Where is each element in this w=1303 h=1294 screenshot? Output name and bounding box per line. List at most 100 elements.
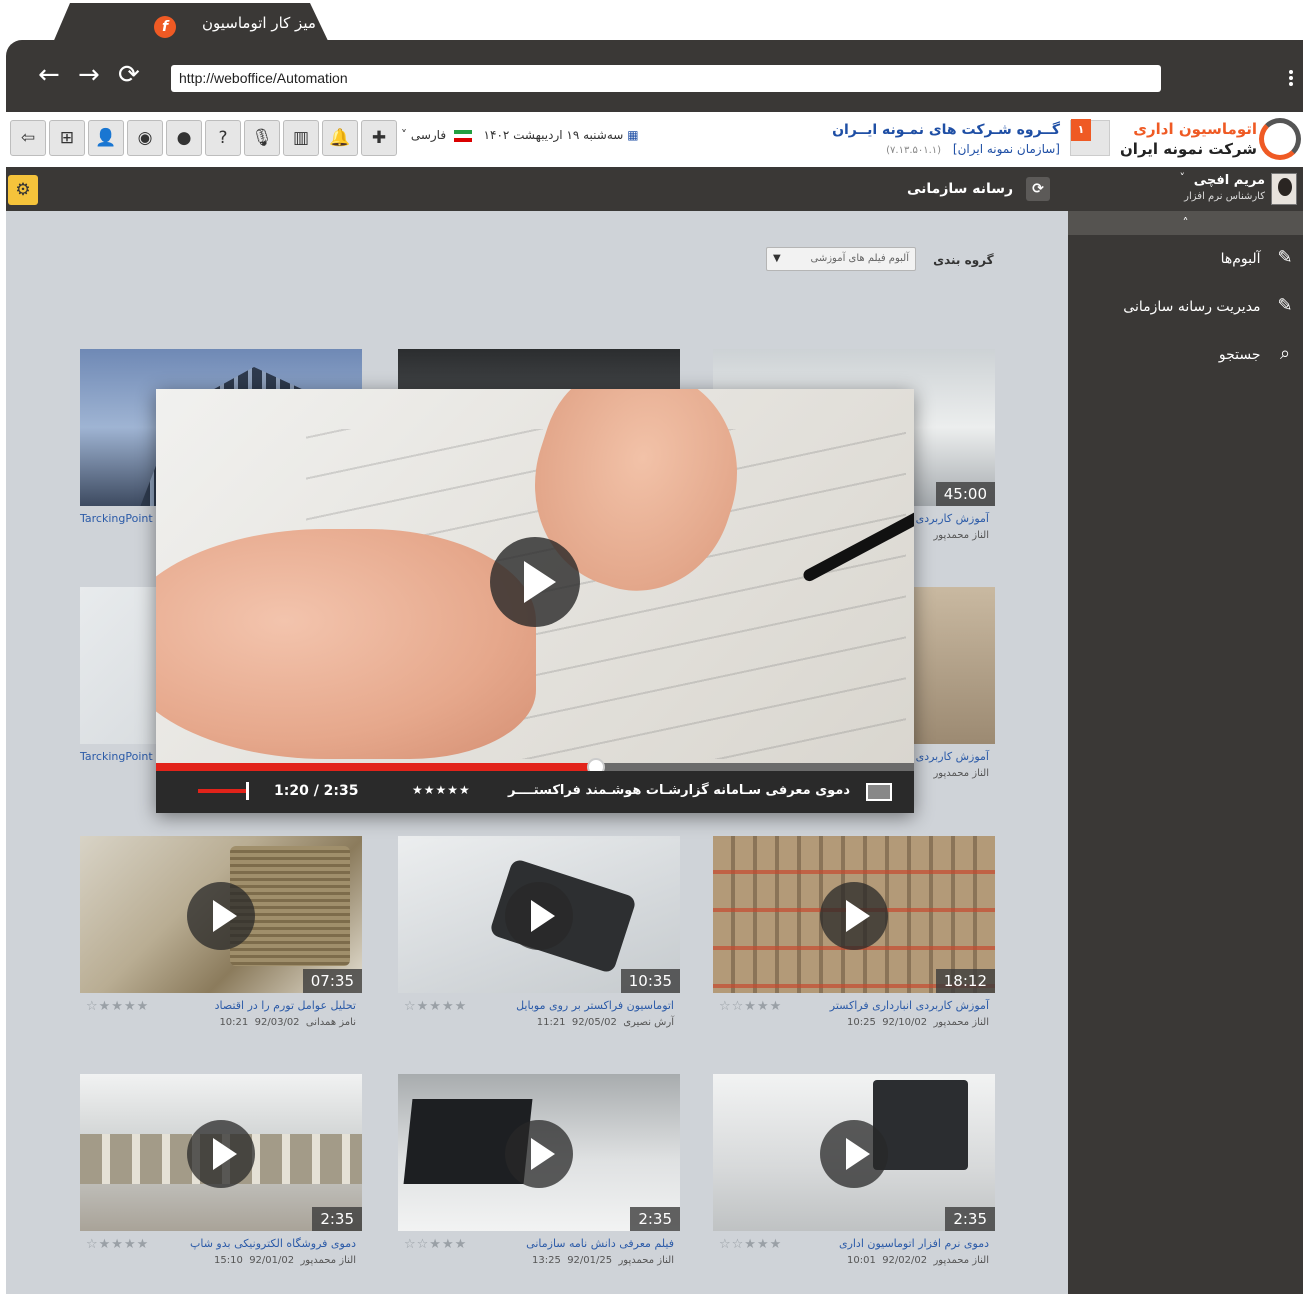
company-name[interactable]: گــروه شـرکت های نمـونه ایــران: [832, 122, 1060, 138]
chart-icon[interactable]: ▥: [283, 120, 319, 156]
video-title[interactable]: آموزش کاربردی: [916, 750, 989, 763]
chat-icon[interactable]: ●: [166, 120, 202, 156]
play-icon[interactable]: [505, 1120, 573, 1188]
company-org: [سازمان نمونه ایران] (۷.۱۳.۵۰۱.۱): [886, 142, 1060, 156]
play-icon[interactable]: [490, 537, 580, 627]
video-time: 13:25: [532, 1255, 561, 1266]
rating-stars[interactable]: ☆★★★★: [404, 999, 467, 1014]
chats-icon[interactable]: ◉: [127, 120, 163, 156]
forward-button[interactable]: →: [78, 62, 100, 88]
video-meta: الناز محمدپور: [933, 530, 989, 541]
sidebar-collapse-button[interactable]: ˄: [1068, 211, 1303, 235]
brand-ring-icon: [1259, 118, 1301, 160]
browser-window: ← → ⟳ http://weboffice/Automation اتوماس…: [6, 40, 1303, 1294]
play-icon[interactable]: [820, 1120, 888, 1188]
bell-icon[interactable]: 🔔: [322, 120, 358, 156]
chevron-down-icon: ▼: [773, 253, 781, 264]
video-thumbnail[interactable]: 2:35: [398, 1074, 680, 1231]
video-thumbnail[interactable]: 10:35: [398, 836, 680, 993]
user-icon[interactable]: 👤: [88, 120, 124, 156]
playback-time: 1:20 / 2:35: [274, 783, 359, 799]
video-title[interactable]: آموزش کاربردی انبارداری فراکستر: [830, 999, 989, 1012]
video-meta: الناز محمدپور 92/02/02 10:01: [847, 1255, 989, 1266]
video-title[interactable]: دموی فروشگاه الکترونیکی بدو شاپ: [190, 1237, 356, 1250]
video-thumbnail[interactable]: 18:12: [713, 836, 995, 993]
reload-button[interactable]: ⟳: [118, 62, 140, 88]
video-thumbnail[interactable]: 2:35: [713, 1074, 995, 1231]
video-author: الناز محمدپور: [300, 1255, 356, 1266]
video-time: 11:21: [536, 1017, 566, 1028]
sidebar-item-search[interactable]: ⌕ جستجو: [1219, 343, 1297, 364]
video-date: 92/01/02: [249, 1255, 295, 1266]
sidebar-item-albums[interactable]: ✎ آلبوم‌ها: [1221, 247, 1297, 268]
video-date: 92/03/02: [254, 1017, 300, 1028]
chevron-down-icon[interactable]: ˅: [1180, 171, 1186, 184]
settings-gear-icon[interactable]: ⚙: [8, 175, 38, 205]
notification-badge[interactable]: ۱: [1071, 119, 1091, 141]
content-toolbar: ⚙ ⟳ رسانه سازمانی: [6, 167, 1068, 211]
video-player[interactable]: 1:20 / 2:35 ★★★★★ دموی معرفی سـامانه گزا…: [156, 389, 914, 813]
play-icon[interactable]: [187, 1120, 255, 1188]
refresh-icon[interactable]: ⟳: [1026, 177, 1050, 201]
play-icon[interactable]: [505, 882, 573, 950]
user-name[interactable]: مریم افچی: [1194, 173, 1265, 188]
video-time: 10:01: [847, 1255, 876, 1266]
browser-menu-icon[interactable]: [1289, 68, 1295, 88]
rating-stars[interactable]: ☆☆★★★: [719, 999, 782, 1014]
group-select[interactable]: آلبوم فیلم های آموزشی ▼: [766, 247, 916, 271]
video-meta: الناز محمدپور: [933, 768, 989, 779]
video-title[interactable]: TarckingPoint: [80, 512, 153, 525]
video-duration: 2:35: [630, 1207, 680, 1231]
video-title[interactable]: دموی نرم افزار اتوماسیون اداری: [839, 1237, 989, 1250]
brand-logo[interactable]: اتوماسیون اداری شرکت نمونه ایران: [1120, 116, 1301, 162]
video-meta: نامز همدانی 92/03/02 10:21: [219, 1017, 356, 1028]
video-title[interactable]: فیلم معرفی دانش نامه سازمانی: [526, 1237, 674, 1250]
rating-stars[interactable]: ★★★★★: [412, 783, 471, 797]
puzzle-icon[interactable]: ✚: [361, 120, 397, 156]
browser-tab[interactable]: f میز کار اتوماسیون: [52, 3, 330, 45]
sidebar: مریم افچی کارشناس نرم افزار ˅ ˄ ✎ آلبوم‌…: [1068, 167, 1303, 1294]
rating-stars[interactable]: ☆☆★★★: [719, 1237, 782, 1252]
back-button[interactable]: ←: [38, 62, 60, 88]
video-title[interactable]: تحلیل عوامل تورم را در اقتصاد: [215, 999, 356, 1012]
progress-bar[interactable]: [156, 758, 914, 776]
rating-stars[interactable]: ☆★★★★: [86, 999, 149, 1014]
language-select[interactable]: فارسی: [411, 128, 446, 142]
video-duration: 45:00: [935, 482, 995, 506]
volume-slider[interactable]: [198, 782, 249, 800]
video-thumbnail[interactable]: 2:35: [80, 1074, 362, 1231]
microphone-icon[interactable]: 🎙: [244, 120, 280, 156]
org-name[interactable]: [سازمان نمونه ایران]: [953, 142, 1060, 156]
url-bar[interactable]: http://weboffice/Automation: [171, 65, 1161, 92]
fullscreen-icon[interactable]: [866, 783, 892, 801]
video-time: 15:10: [214, 1255, 243, 1266]
video-meta: الناز محمدپور 92/01/02 15:10: [214, 1255, 356, 1266]
media-content: ⚙ ⟳ رسانه سازمانی گروه بندی آلبوم فیلم ه…: [6, 167, 1068, 1294]
player-controls: 1:20 / 2:35 ★★★★★ دموی معرفی سـامانه گزا…: [156, 771, 914, 813]
video-author: الناز محمدپور: [618, 1255, 674, 1266]
org-chart-icon[interactable]: ⊞: [49, 120, 85, 156]
user-menu[interactable]: مریم افچی کارشناس نرم افزار ˅: [1068, 167, 1303, 211]
user-role: کارشناس نرم افزار: [1184, 191, 1265, 202]
progress-fill: [156, 763, 596, 771]
play-icon[interactable]: [187, 882, 255, 950]
section-title-text: رسانه سازمانی: [906, 181, 1014, 197]
rating-stars[interactable]: ☆★★★★: [86, 1237, 149, 1252]
video-title[interactable]: اتوماسیون فراکستر بر روی موبایل: [516, 999, 674, 1012]
video-title[interactable]: TarckingPoint: [80, 750, 153, 763]
help-icon[interactable]: ?: [205, 120, 241, 156]
section-title: ⟳ رسانه سازمانی: [907, 177, 1050, 201]
player-title: دموی معرفی سـامانه گزارشـات هوشـمند فراک…: [507, 783, 850, 798]
video-date: 92/10/02: [882, 1017, 928, 1028]
video-date: 92/02/02: [882, 1255, 928, 1266]
rating-stars[interactable]: ☆☆★★★: [404, 1237, 467, 1252]
video-frame[interactable]: [156, 389, 914, 763]
logout-icon[interactable]: ⇦: [10, 120, 46, 156]
video-thumbnail[interactable]: 07:35: [80, 836, 362, 993]
play-icon[interactable]: [820, 882, 888, 950]
video-title[interactable]: آموزش کاربردی: [916, 512, 989, 525]
chevron-down-icon[interactable]: ˅: [401, 128, 407, 142]
sidebar-item-media-management[interactable]: ✎ مدیریت رسانه سازمانی: [1123, 295, 1297, 316]
tab-title: میز کار اتوماسیون: [202, 14, 316, 32]
app-header: اتوماسیون اداری شرکت نمونه ایران ۱ گــرو…: [6, 112, 1303, 167]
